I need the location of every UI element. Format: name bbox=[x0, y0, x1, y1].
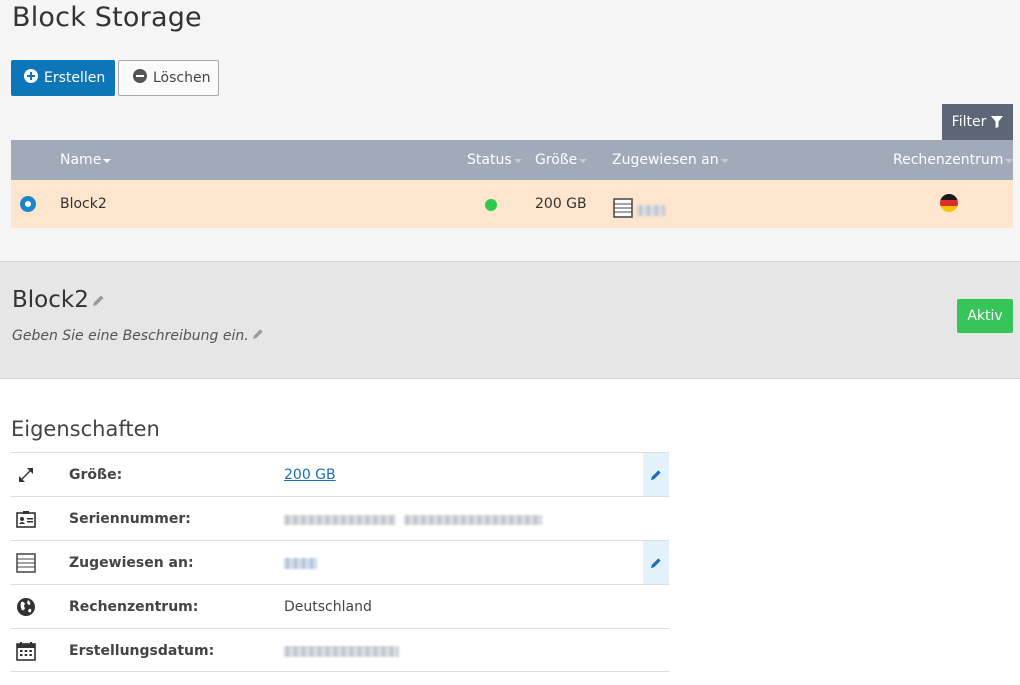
globe-icon bbox=[15, 596, 37, 618]
property-label: Seriennummer: bbox=[69, 511, 191, 527]
row-select-radio[interactable] bbox=[20, 196, 36, 212]
edit-description-pencil-icon[interactable] bbox=[252, 328, 264, 344]
properties-title: Eigenschaften bbox=[11, 417, 160, 441]
filter-button-label: Filter bbox=[951, 114, 987, 130]
resize-arrows-icon bbox=[15, 464, 37, 486]
id-card-icon bbox=[15, 508, 37, 530]
row-assigned[interactable] bbox=[613, 198, 665, 222]
property-row-serial: Seriennummer: bbox=[11, 496, 669, 540]
pencil-icon bbox=[650, 557, 661, 568]
sort-caret-icon bbox=[103, 158, 112, 163]
filter-button[interactable]: Filter bbox=[942, 104, 1013, 140]
server-icon bbox=[613, 198, 633, 222]
status-active-indicator bbox=[485, 199, 497, 211]
sort-caret-icon bbox=[1005, 158, 1014, 163]
size-value-link[interactable]: 200 GB bbox=[284, 467, 336, 483]
property-row-datacenter: Rechenzentrum: Deutschland bbox=[11, 584, 669, 628]
row-size: 200 GB bbox=[535, 196, 587, 212]
column-header-datacenter[interactable]: Rechenzentrum bbox=[893, 152, 1014, 168]
volume-description[interactable]: Geben Sie eine Beschreibung ein. bbox=[12, 328, 264, 344]
column-header-status[interactable]: Status bbox=[467, 152, 522, 168]
edit-assignment-button[interactable] bbox=[643, 541, 669, 584]
pencil-icon bbox=[650, 469, 661, 480]
volume-name-heading: Block2 bbox=[12, 287, 105, 313]
calendar-icon bbox=[15, 640, 37, 662]
property-label: Erstellungsdatum: bbox=[69, 643, 215, 659]
funnel-icon bbox=[991, 116, 1004, 128]
redacted-creation-date bbox=[284, 645, 399, 661]
delete-button[interactable]: Löschen bbox=[118, 60, 219, 96]
property-row-size: Größe: 200 GB bbox=[11, 452, 669, 496]
column-header-assigned[interactable]: Zugewiesen an bbox=[612, 152, 729, 168]
row-name: Block2 bbox=[60, 196, 107, 212]
edit-name-pencil-icon[interactable] bbox=[92, 287, 105, 313]
property-label: Rechenzentrum: bbox=[69, 599, 199, 615]
redacted-assigned-server[interactable] bbox=[284, 557, 317, 573]
volume-list-section: Block Storage Erstellen Löschen Filter N… bbox=[0, 0, 1020, 261]
page-title: Block Storage bbox=[12, 2, 202, 33]
plus-circle-icon bbox=[24, 69, 38, 87]
sort-caret-icon bbox=[579, 158, 588, 163]
minus-circle-icon bbox=[133, 69, 147, 87]
property-label: Zugewiesen an: bbox=[69, 555, 194, 571]
column-header-name[interactable]: Name bbox=[60, 152, 112, 168]
sort-caret-icon bbox=[513, 158, 522, 163]
property-row-created: Erstellungsdatum: bbox=[11, 628, 669, 672]
status-badge: Aktiv bbox=[957, 299, 1013, 333]
redacted-server-name bbox=[637, 204, 665, 216]
description-placeholder: Geben Sie eine Beschreibung ein. bbox=[12, 328, 249, 344]
sort-caret-icon bbox=[720, 158, 729, 163]
column-header-size[interactable]: Größe bbox=[535, 152, 588, 168]
properties-list: Größe: 200 GB Seriennummer: Zugewiesen a… bbox=[11, 452, 669, 672]
server-icon bbox=[15, 552, 37, 574]
table-row[interactable]: Block2 200 GB bbox=[11, 180, 1013, 228]
datacenter-value: Deutschland bbox=[284, 599, 372, 615]
property-label: Größe: bbox=[69, 467, 123, 483]
create-button-label: Erstellen bbox=[44, 70, 106, 86]
create-button[interactable]: Erstellen bbox=[11, 60, 115, 96]
edit-size-button[interactable] bbox=[643, 453, 669, 496]
redacted-serial-number bbox=[284, 513, 543, 529]
germany-flag-icon bbox=[940, 194, 958, 212]
property-row-assigned: Zugewiesen an: bbox=[11, 540, 669, 584]
volume-detail-header: Block2 Geben Sie eine Beschreibung ein. … bbox=[0, 261, 1020, 379]
delete-button-label: Löschen bbox=[153, 70, 211, 86]
volume-name: Block2 bbox=[12, 287, 89, 313]
table-header: Name Status Größe Zugewiesen an Rechenze… bbox=[11, 140, 1014, 180]
